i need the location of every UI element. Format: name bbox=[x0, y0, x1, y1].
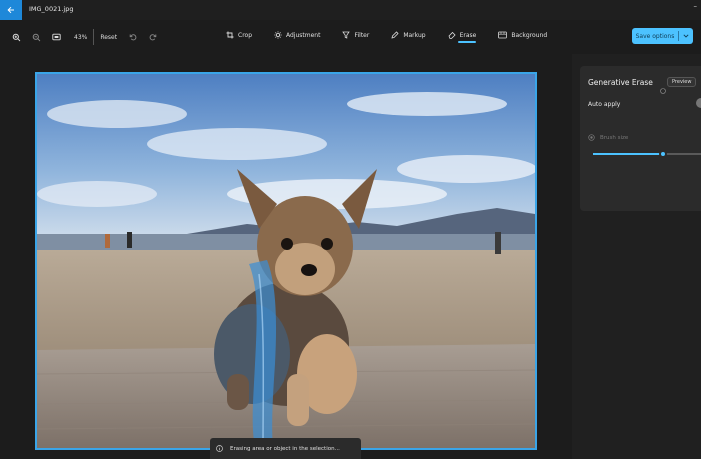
back-button[interactable] bbox=[0, 0, 22, 20]
toolbar-divider bbox=[93, 29, 95, 45]
info-circle-icon[interactable] bbox=[660, 79, 666, 98]
status-text: Erasing area or object in the selection.… bbox=[230, 445, 340, 452]
preview-badge: Preview bbox=[667, 77, 697, 87]
reset-button[interactable]: Reset bbox=[100, 34, 117, 41]
photo-preview[interactable] bbox=[35, 72, 537, 450]
tab-background[interactable]: Background bbox=[498, 31, 547, 39]
info-icon bbox=[216, 445, 223, 452]
tab-label: Adjustment bbox=[286, 31, 321, 39]
redo-icon[interactable] bbox=[145, 29, 161, 45]
tab-crop[interactable]: Crop bbox=[226, 31, 252, 39]
zoom-percent[interactable]: 43% bbox=[74, 34, 87, 41]
tab-erase[interactable]: Erase bbox=[448, 31, 477, 43]
eraser-icon bbox=[448, 31, 456, 39]
brush-size-row: Brush size bbox=[588, 134, 628, 141]
tab-label: Erase bbox=[459, 31, 477, 39]
panel-title: Generative Erase bbox=[588, 78, 653, 87]
zoom-out-icon[interactable] bbox=[28, 29, 44, 45]
slider-fill bbox=[593, 153, 664, 155]
arrow-left-icon bbox=[7, 6, 14, 14]
brush-size-slider[interactable] bbox=[593, 150, 701, 158]
photo-image bbox=[37, 74, 535, 448]
zoom-in-icon[interactable] bbox=[8, 29, 24, 45]
zoom-controls: 43% Reset bbox=[8, 28, 165, 46]
slider-thumb[interactable] bbox=[659, 150, 668, 158]
tab-filter[interactable]: Filter bbox=[342, 31, 369, 39]
tab-adjustment[interactable]: Adjustment bbox=[274, 31, 320, 39]
title-bar: IMG_0021.jpg – bbox=[0, 0, 701, 20]
generative-erase-card: Generative Erase Preview Auto apply Brus… bbox=[580, 66, 701, 211]
undo-icon[interactable] bbox=[125, 29, 141, 45]
background-icon bbox=[498, 31, 508, 39]
tab-label: Crop bbox=[238, 31, 253, 39]
auto-apply-label: Auto apply bbox=[588, 101, 621, 108]
auto-apply-toggle[interactable] bbox=[696, 98, 701, 108]
crop-icon bbox=[226, 31, 234, 39]
chevron-down-icon[interactable] bbox=[683, 33, 689, 40]
tab-label: Background bbox=[511, 31, 548, 39]
tab-label: Filter bbox=[354, 31, 370, 39]
erase-panel: Generative Erase Preview Auto apply Brus… bbox=[572, 54, 701, 459]
file-name: IMG_0021.jpg bbox=[29, 5, 74, 13]
tab-markup[interactable]: Markup bbox=[391, 31, 426, 39]
fit-to-window-icon[interactable] bbox=[48, 29, 64, 45]
save-button-label: Save options bbox=[635, 32, 675, 40]
brightness-icon bbox=[274, 31, 282, 39]
filter-icon bbox=[342, 31, 351, 39]
edit-tabs: Crop Adjustment Filter Markup Erase Back… bbox=[226, 31, 569, 43]
save-button-separator bbox=[678, 31, 680, 41]
erase-status-toast: Erasing area or object in the selection.… bbox=[210, 438, 361, 459]
save-options-button[interactable]: Save options bbox=[632, 28, 693, 44]
brush-size-label: Brush size bbox=[600, 134, 629, 141]
image-canvas bbox=[0, 54, 572, 459]
tab-label: Markup bbox=[403, 31, 426, 39]
edit-toolbar: 43% Reset Crop Adjustment Filter Markup bbox=[0, 20, 701, 54]
brush-icon bbox=[588, 134, 595, 141]
minimize-button[interactable]: – bbox=[694, 2, 698, 10]
pen-icon bbox=[391, 31, 399, 39]
